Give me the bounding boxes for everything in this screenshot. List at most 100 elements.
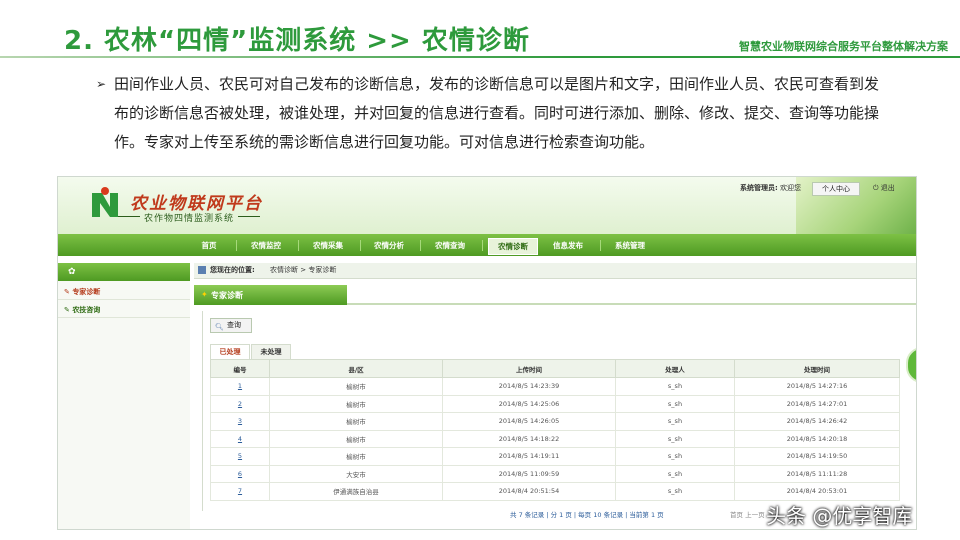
nav-item-collect[interactable]: 农情采集 <box>308 238 348 253</box>
breadcrumb-label: 您现在的位置: <box>210 266 255 274</box>
table-cell: 大安市 <box>269 464 443 483</box>
sidebar-header: ✿ <box>58 263 190 281</box>
table-row[interactable]: 4 榆树市 2014/8/5 14:18:22 s_sh 2014/8/5 14:20:… <box>210 429 900 448</box>
table-cell[interactable]: 1 <box>210 377 270 396</box>
user-greeting: 系统管理员: 欢迎您 <box>740 183 801 193</box>
nav-separator <box>298 240 299 251</box>
table-cell: 2014/8/5 14:26:05 <box>442 412 616 431</box>
sidebar-item-expert-diagnosis[interactable]: ✎ 专家诊断 <box>64 287 100 297</box>
table-cell[interactable]: 6 <box>210 464 270 483</box>
header-divider <box>0 56 960 58</box>
section-title: 专家诊断 <box>211 291 243 300</box>
table-row[interactable]: 5 榆树市 2014/8/5 14:19:11 s_sh 2014/8/5 14:19:… <box>210 447 900 466</box>
column-header[interactable]: 处理时间 <box>734 359 900 378</box>
nav-separator <box>482 240 483 251</box>
table-cell: s_sh <box>615 394 735 413</box>
gear-icon: ✿ <box>68 267 76 277</box>
bullet-text: 田间作业人员、农民可对自己发布的诊断信息，发布的诊断信息可以是图片和文字，田间作… <box>114 75 880 151</box>
section-divider <box>347 303 916 305</box>
logout-button[interactable]: ⏻ 退出 <box>873 183 895 193</box>
table-cell: 2014/8/4 20:53:01 <box>734 482 900 501</box>
sidebar-divider <box>58 299 190 300</box>
table-cell: s_sh <box>615 412 735 431</box>
nav-separator <box>600 240 601 251</box>
query-button-label: 查询 <box>227 321 241 329</box>
tab-processed[interactable]: 已处理 <box>210 344 250 359</box>
table-cell: 2014/8/5 14:26:42 <box>734 412 900 431</box>
table-cell: 榆树市 <box>269 394 443 413</box>
nav-item-publish[interactable]: 信息发布 <box>548 238 588 253</box>
nav-separator <box>360 240 361 251</box>
app-screenshot: 农业物联网平台 农作物四情监测系统 系统管理员: 欢迎您 个人中心 ⏻ 退出 首… <box>57 176 917 530</box>
query-button[interactable]: 🔍︎ 查询 <box>210 318 252 333</box>
column-header[interactable]: 上传时间 <box>442 359 616 378</box>
search-icon: 🔍︎ <box>215 323 224 331</box>
nav-item-monitor[interactable]: 农情监控 <box>246 238 286 253</box>
logout-label: 退出 <box>880 184 895 192</box>
table-cell[interactable]: 3 <box>210 412 270 431</box>
floating-side-button[interactable] <box>906 347 916 383</box>
table-cell[interactable]: 2 <box>210 394 270 413</box>
nav-separator <box>420 240 421 251</box>
tab-unprocessed[interactable]: 未处理 <box>251 344 291 359</box>
main-nav: 首页 农情监控 农情采集 农情分析 农情查询 农情诊断 信息发布 系统管理 <box>58 234 916 256</box>
sidebar-divider <box>58 317 190 318</box>
table-row[interactable]: 1 榆树市 2014/8/5 14:23:39 s_sh 2014/8/5 14:27:… <box>210 377 900 396</box>
table-cell: 榆树市 <box>269 377 443 396</box>
table-cell: s_sh <box>615 482 735 501</box>
table-cell[interactable]: 4 <box>210 429 270 448</box>
table-cell: 2014/8/4 20:51:54 <box>442 482 616 501</box>
app-banner: 农业物联网平台 农作物四情监测系统 系统管理员: 欢迎您 个人中心 ⏻ 退出 <box>58 177 916 234</box>
table-cell: s_sh <box>615 447 735 466</box>
star-icon: ✦ <box>201 290 208 299</box>
slide-subtitle: 智慧农业物联网综合服务平台整体解决方案 <box>739 40 948 53</box>
table-cell: 榆树市 <box>269 429 443 448</box>
table-row[interactable]: 2 榆树市 2014/8/5 14:25:06 s_sh 2014/8/5 14:27:… <box>210 394 900 413</box>
nav-item-analysis[interactable]: 农情分析 <box>369 238 409 253</box>
bullet-paragraph: ➢ 田间作业人员、农民可对自己发布的诊断信息，发布的诊断信息可以是图片和文字，田… <box>96 70 886 157</box>
table-cell: 伊通满族自治县 <box>269 482 443 501</box>
diagnosis-table: 编号 县/区 上传时间 处理人 处理时间 1 榆树市 2014/8/5 14:23:… <box>210 359 900 501</box>
nav-item-system[interactable]: 系统管理 <box>610 238 650 253</box>
app-logo-subtitle: 农作物四情监测系统 <box>117 211 261 224</box>
slide-title: 2. 农林“四情”监测系统 >> 农情诊断 <box>64 26 530 56</box>
sidebar-item-label: 专家诊断 <box>72 288 101 296</box>
nav-item-home[interactable]: 首页 <box>194 238 224 253</box>
location-icon <box>198 266 206 274</box>
breadcrumb-path: 农情诊断 > 专家诊断 <box>270 266 337 274</box>
table-row[interactable]: 7 伊通满族自治县 2014/8/4 20:51:54 s_sh 2014/8/4 20… <box>210 482 900 501</box>
watermark-text: 头条 @优享智库 <box>766 504 913 528</box>
column-header[interactable]: 编号 <box>210 359 270 378</box>
table-cell[interactable]: 7 <box>210 482 270 501</box>
table-row[interactable]: 6 大安市 2014/8/5 11:09:59 s_sh 2014/8/5 11:11:… <box>210 464 900 483</box>
table-cell: 榆树市 <box>269 447 443 466</box>
user-center-button[interactable]: 个人中心 <box>812 182 860 196</box>
sidebar-item-label: 农技咨询 <box>72 306 101 314</box>
section-tab-expert-diagnosis: ✦ 专家诊断 <box>194 285 347 305</box>
table-cell: 2014/8/5 14:23:39 <box>442 377 616 396</box>
table-cell: 2014/8/5 14:27:16 <box>734 377 900 396</box>
pagination-info: 共 7 条记录 | 分 1 页 | 每页 10 条记录 | 当前第 1 页 <box>510 511 664 519</box>
table-cell: 2014/8/5 14:27:01 <box>734 394 900 413</box>
table-header-row: 编号 县/区 上传时间 处理人 处理时间 <box>210 359 900 378</box>
table-cell: 2014/8/5 14:19:50 <box>734 447 900 466</box>
table-cell: 榆树市 <box>269 412 443 431</box>
bullet-arrow-icon: ➢ <box>96 77 107 91</box>
pagination-nav[interactable]: 首页 上一页 <box>730 509 765 519</box>
nav-item-query[interactable]: 农情查询 <box>430 238 470 253</box>
table-cell[interactable]: 5 <box>210 447 270 466</box>
slide-header: 2. 农林“四情”监测系统 >> 农情诊断 智慧农业物联网综合服务平台整体解决方… <box>0 0 960 62</box>
sidebar-item-consult[interactable]: ✎ 农技咨询 <box>64 305 100 315</box>
table-cell: 2014/8/5 14:19:11 <box>442 447 616 466</box>
table-cell: s_sh <box>615 377 735 396</box>
user-role: 系统管理员: <box>740 184 778 192</box>
column-header[interactable]: 县/区 <box>269 359 443 378</box>
column-header[interactable]: 处理人 <box>615 359 735 378</box>
logo-icon <box>92 187 118 217</box>
table-body: 1 榆树市 2014/8/5 14:23:39 s_sh 2014/8/5 14:27:… <box>210 377 900 501</box>
table-cell: 2014/8/5 11:11:28 <box>734 464 900 483</box>
table-cell: s_sh <box>615 464 735 483</box>
nav-item-diagnosis[interactable]: 农情诊断 <box>488 238 538 255</box>
table-cell: 2014/8/5 11:09:59 <box>442 464 616 483</box>
table-row[interactable]: 3 榆树市 2014/8/5 14:26:05 s_sh 2014/8/5 14:26:… <box>210 412 900 431</box>
